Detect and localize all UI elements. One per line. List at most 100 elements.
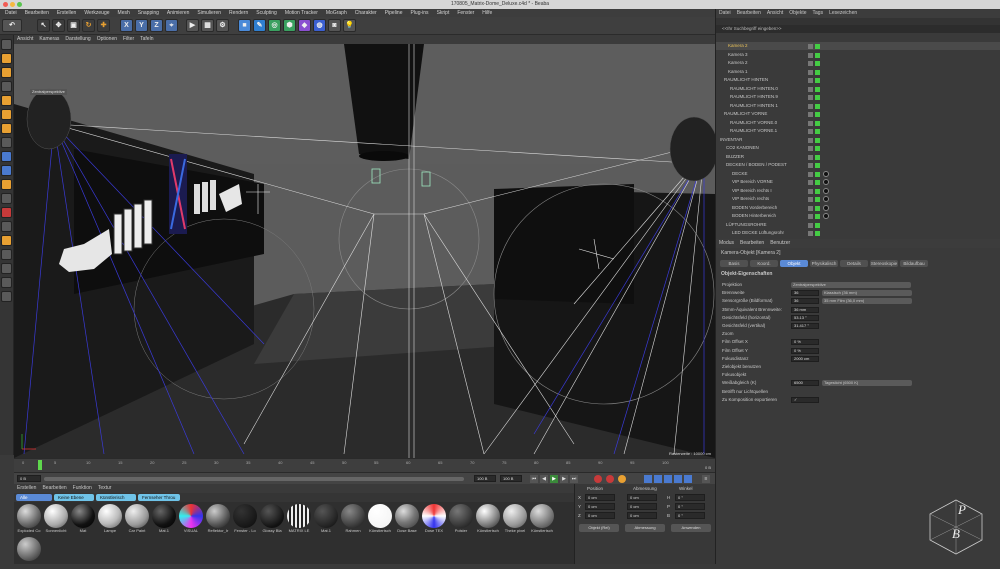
- visibility-icon[interactable]: [808, 197, 813, 202]
- menu-9[interactable]: Sculpting: [253, 10, 280, 16]
- property-value[interactable]: ✓: [791, 396, 819, 403]
- visibility-icon[interactable]: [808, 52, 813, 58]
- material-menu-2[interactable]: Funktion: [70, 485, 95, 491]
- mat-tab-tv[interactable]: Fernseher Throu: [138, 494, 180, 501]
- attribute-menu-1[interactable]: Bearbeiten: [737, 240, 767, 246]
- viewport-menu-4[interactable]: Filter: [120, 36, 137, 42]
- tweak-icon[interactable]: [1, 151, 12, 162]
- record-icon[interactable]: [594, 475, 602, 483]
- visibility-icon[interactable]: [808, 163, 813, 168]
- mat-tab-no-layer[interactable]: Keine Ebene: [54, 494, 94, 501]
- scene-icon[interactable]: ◍: [313, 19, 326, 32]
- viewport-menu-3[interactable]: Optionen: [94, 36, 120, 42]
- object-menu-2[interactable]: Ansicht: [764, 10, 786, 16]
- enabled-check-icon[interactable]: [815, 146, 820, 151]
- size-x-field[interactable]: 0 cm: [627, 494, 657, 501]
- move-key-icon[interactable]: [644, 475, 652, 483]
- object-row[interactable]: BODEN Vorderbereich: [716, 204, 1000, 212]
- object-row[interactable]: CO2 KANONEN: [716, 144, 1000, 152]
- rotate-key-icon[interactable]: [664, 475, 672, 483]
- point-key-icon[interactable]: [684, 475, 692, 483]
- menu-8[interactable]: Rendern: [226, 10, 251, 16]
- texture-mode-icon[interactable]: [1, 67, 12, 78]
- material-tag-icon[interactable]: [823, 213, 829, 219]
- render-settings-icon[interactable]: ⚙: [216, 19, 229, 32]
- viewport-menu-0[interactable]: Ansicht: [14, 36, 36, 42]
- viewport-menu-5[interactable]: Tafeln: [137, 36, 156, 42]
- object-row[interactable]: DECKE: [716, 170, 1000, 178]
- goto-start-icon[interactable]: ⏮: [530, 475, 538, 483]
- property-value[interactable]: 53.13 °: [791, 314, 819, 321]
- object-row[interactable]: RAUMLICHT VORNE.1: [716, 127, 1000, 135]
- material-swatch[interactable]: Exploded Co: [16, 504, 42, 536]
- enabled-check-icon[interactable]: [815, 154, 820, 160]
- menu-0[interactable]: Datei: [2, 10, 20, 16]
- object-row[interactable]: DECKEN / BODEN / PODEST: [716, 161, 1000, 169]
- material-swatch[interactable]: Sonnenlicht: [43, 504, 69, 536]
- enabled-check-icon[interactable]: [815, 52, 820, 58]
- size-mode-dropdown[interactable]: Abmessung: [625, 524, 665, 532]
- mat-tab-all[interactable]: Alle: [16, 494, 52, 501]
- enabled-check-icon[interactable]: [815, 188, 820, 194]
- menu-6[interactable]: Animieren: [164, 10, 193, 16]
- visibility-icon[interactable]: [808, 214, 813, 219]
- pen-icon[interactable]: ✎: [253, 19, 266, 32]
- material-swatch[interactable]: Lampe: [97, 504, 123, 536]
- menu-17[interactable]: Hilfe: [479, 10, 495, 16]
- enabled-check-icon[interactable]: [815, 86, 820, 92]
- enabled-check-icon[interactable]: [815, 180, 820, 185]
- grid-icon[interactable]: [1, 277, 12, 288]
- object-row[interactable]: Kamera 1: [716, 68, 1000, 76]
- goto-end-icon[interactable]: ⏭: [570, 475, 578, 483]
- visibility-icon[interactable]: [808, 44, 813, 49]
- param-key-icon[interactable]: [674, 475, 682, 483]
- visibility-icon[interactable]: [808, 69, 813, 75]
- axis-z-button[interactable]: Z: [150, 19, 163, 32]
- end-frame-field-2[interactable]: 100 B: [500, 475, 522, 482]
- visibility-icon[interactable]: [808, 112, 813, 117]
- enabled-check-icon[interactable]: [815, 95, 820, 100]
- property-value[interactable]: 0 %: [791, 347, 819, 354]
- quantize-icon[interactable]: [1, 249, 12, 260]
- object-row[interactable]: VIP Bereich rechts I: [716, 187, 1000, 195]
- visibility-icon[interactable]: [808, 188, 813, 194]
- material-tag-icon[interactable]: [823, 204, 829, 211]
- menu-16[interactable]: Fenster: [454, 10, 477, 16]
- object-row[interactable]: RAUMLICHT VORNE.0: [716, 119, 1000, 127]
- attribute-menu-0[interactable]: Modus: [716, 240, 737, 246]
- light-icon[interactable]: 💡: [343, 19, 356, 32]
- render-view-icon[interactable]: ▶: [186, 19, 199, 32]
- enabled-check-icon[interactable]: [815, 214, 820, 219]
- property-value[interactable]: 6500: [791, 380, 819, 387]
- end-frame-field[interactable]: 100 B: [474, 475, 496, 482]
- enabled-check-icon[interactable]: [815, 137, 820, 143]
- step-forward-icon[interactable]: ▶: [560, 475, 568, 483]
- property-value[interactable]: 31.417 °: [791, 323, 819, 329]
- object-row[interactable]: RAUMLICHT HINTEN 1: [716, 102, 1000, 110]
- property-value[interactable]: 36 mm: [791, 306, 819, 313]
- material-swatch[interactable]: Polster: [448, 504, 474, 536]
- object-row[interactable]: Kamera 2: [716, 59, 1000, 67]
- enabled-check-icon[interactable]: [815, 197, 820, 202]
- visibility-icon[interactable]: [808, 129, 813, 134]
- material-swatch[interactable]: VISUAL: [178, 504, 204, 536]
- menu-3[interactable]: Werkzeuge: [81, 10, 112, 16]
- sculpt-icon[interactable]: [1, 235, 12, 246]
- material-menu-3[interactable]: Textur: [95, 485, 115, 491]
- property-preset-dropdown[interactable]: Klassisch (36 mm): [822, 290, 912, 297]
- frame-range-slider[interactable]: [44, 477, 464, 481]
- move-tool-icon[interactable]: ✥: [52, 19, 65, 32]
- visibility-icon[interactable]: [808, 222, 813, 228]
- viewport-camera-label[interactable]: Zentralperspektive: [30, 89, 67, 95]
- attr-tab-2[interactable]: Objekt: [780, 260, 808, 267]
- menu-2[interactable]: Erstellen: [54, 10, 79, 16]
- material-tag-icon[interactable]: [823, 170, 829, 177]
- enabled-check-icon[interactable]: [815, 44, 820, 49]
- menu-12[interactable]: Charakter: [352, 10, 380, 16]
- material-swatch[interactable]: Mat: [70, 504, 96, 536]
- object-row[interactable]: BUZZER: [716, 153, 1000, 161]
- enabled-check-icon[interactable]: [815, 171, 820, 177]
- object-row[interactable]: BODEN Hinterbereich: [716, 212, 1000, 220]
- menu-4[interactable]: Mesh: [115, 10, 133, 16]
- enabled-check-icon[interactable]: [815, 129, 820, 134]
